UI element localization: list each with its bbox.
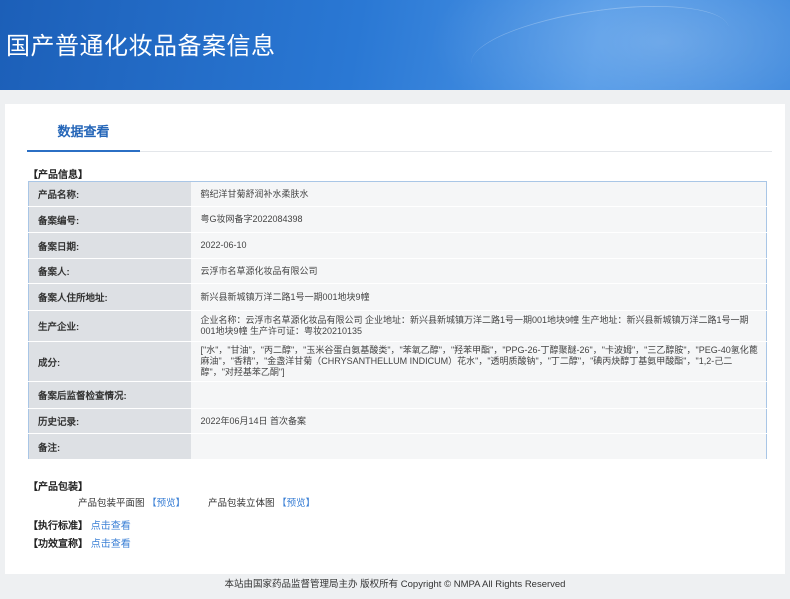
standard-label: 【执行标准】 bbox=[28, 521, 88, 532]
row-key: 备案后监督检查情况: bbox=[28, 381, 191, 409]
product-info-table: 产品名称: 鹤纪洋甘菊舒润补水柔肤水 备案编号: 粤G妆网备字202208439… bbox=[28, 181, 767, 460]
row-key: 生产企业: bbox=[28, 310, 191, 342]
row-key: 备案人: bbox=[28, 258, 191, 284]
row-key: 备案编号: bbox=[28, 206, 191, 233]
row-value: 企业名称：云浮市名草源化妆品有限公司 企业地址：新兴县新城镇万洋二路1号一期00… bbox=[190, 310, 767, 342]
header-banner: 国产普通化妆品备案信息 bbox=[0, 0, 790, 90]
tab-bar: 数据查看 bbox=[27, 118, 772, 152]
packaging-flat-label: 产品包装平面图 bbox=[78, 498, 145, 509]
packaging-flat-preview-link[interactable]: 【预览】 bbox=[147, 498, 185, 509]
efficacy-section: 【功效宣称】 点击查看 bbox=[28, 535, 131, 550]
packaging-flat: 产品包装平面图 【预览】 bbox=[78, 495, 185, 509]
row-key: 备注: bbox=[28, 433, 191, 460]
table-row: 备案后监督检查情况: bbox=[28, 381, 767, 409]
row-value: 2022-06-10 bbox=[190, 232, 767, 259]
row-value bbox=[190, 433, 767, 460]
packaging-label: 【产品包装】 bbox=[28, 482, 88, 493]
table-row: 产品名称: 鹤纪洋甘菊舒润补水柔肤水 bbox=[28, 181, 767, 207]
efficacy-view-link[interactable]: 点击查看 bbox=[91, 539, 131, 550]
table-row: 备案人住所地址: 新兴县新城镇万洋二路1号一期001地块9幢 bbox=[28, 283, 767, 311]
row-key: 备案日期: bbox=[28, 232, 191, 259]
table-row: 备案日期: 2022-06-10 bbox=[28, 232, 767, 259]
table-row: 备案人: 云浮市名草源化妆品有限公司 bbox=[28, 258, 767, 284]
row-key: 备案人住所地址: bbox=[28, 283, 191, 311]
product-info-label: 【产品信息】 bbox=[28, 170, 88, 181]
table-row: 历史记录: 2022年06月14日 首次备案 bbox=[28, 408, 767, 434]
table-row: 备案编号: 粤G妆网备字2022084398 bbox=[28, 206, 767, 233]
standard-section: 【执行标准】 点击查看 bbox=[28, 517, 131, 532]
table-row: 生产企业: 企业名称：云浮市名草源化妆品有限公司 企业地址：新兴县新城镇万洋二路… bbox=[28, 310, 767, 342]
row-value: ["水"，"甘油"，"丙二醇"，"玉米谷蛋白氨基酸类"，"苯氧乙醇"，"羟苯甲酯… bbox=[190, 341, 767, 382]
efficacy-label: 【功效宣称】 bbox=[28, 539, 88, 550]
row-key: 产品名称: bbox=[28, 181, 191, 207]
packaging-solid-label: 产品包装立体图 bbox=[208, 498, 275, 509]
row-value: 云浮市名草源化妆品有限公司 bbox=[190, 258, 767, 284]
row-value: 粤G妆网备字2022084398 bbox=[190, 206, 767, 233]
table-row: 备注: bbox=[28, 433, 767, 460]
standard-view-link[interactable]: 点击查看 bbox=[91, 521, 131, 532]
row-value bbox=[190, 381, 767, 409]
table-row: 成分: ["水"，"甘油"，"丙二醇"，"玉米谷蛋白氨基酸类"，"苯氧乙醇"，"… bbox=[28, 341, 767, 382]
row-value: 新兴县新城镇万洋二路1号一期001地块9幢 bbox=[190, 283, 767, 311]
row-key: 历史记录: bbox=[28, 408, 191, 434]
row-value: 2022年06月14日 首次备案 bbox=[190, 408, 767, 434]
footer-copyright: 本站由国家药品监督管理局主办 版权所有 Copyright © NMPA All… bbox=[224, 579, 566, 590]
row-key: 成分: bbox=[28, 341, 191, 382]
packaging-solid: 产品包装立体图 【预览】 bbox=[208, 495, 315, 509]
content-panel: 数据查看 【产品信息】 产品名称: 鹤纪洋甘菊舒润补水柔肤水 备案编号: 粤G妆… bbox=[5, 104, 785, 574]
packaging-solid-preview-link[interactable]: 【预览】 bbox=[277, 498, 315, 509]
row-value: 鹤纪洋甘菊舒润补水柔肤水 bbox=[190, 181, 767, 207]
page-title: 国产普通化妆品备案信息 bbox=[6, 32, 276, 60]
tab-data-view[interactable]: 数据查看 bbox=[27, 118, 140, 152]
